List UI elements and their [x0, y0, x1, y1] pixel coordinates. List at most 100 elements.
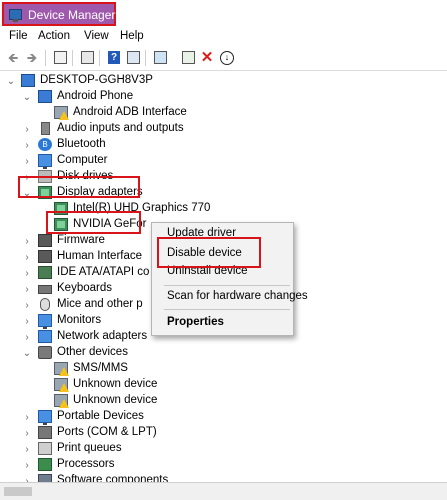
chevron-down-icon[interactable]: ⌄	[22, 347, 32, 359]
menu-help[interactable]: Help	[120, 30, 144, 42]
show-hidden-icon[interactable]	[79, 50, 95, 65]
chevron-right-icon[interactable]: ›	[22, 427, 32, 439]
forward-arrow-icon[interactable]: 🡺	[24, 50, 40, 65]
display-adapters-highlight	[18, 176, 140, 198]
tree-node-other-devices[interactable]: ⌄ Other devices	[0, 345, 400, 361]
warning-device-icon	[54, 362, 69, 376]
portable-device-icon	[38, 410, 52, 425]
chevron-right-icon[interactable]: ›	[22, 459, 32, 471]
menu-action[interactable]: Action	[38, 30, 70, 42]
disable-device-icon[interactable]: ↓	[219, 50, 235, 65]
chevron-right-icon[interactable]: ›	[22, 123, 32, 135]
menu-separator	[164, 309, 290, 310]
tree-node-unknown-device-1[interactable]: Unknown device	[0, 377, 400, 393]
chevron-right-icon[interactable]: ›	[22, 155, 32, 167]
chevron-right-icon[interactable]: ›	[22, 283, 32, 295]
monitor-icon	[38, 314, 52, 329]
help-icon[interactable]: ?	[106, 50, 122, 65]
computer-icon	[21, 74, 35, 87]
tree-node-label: Bluetooth	[57, 138, 106, 150]
chevron-right-icon[interactable]: ›	[22, 315, 32, 327]
tree-node-android-adb[interactable]: Android ADB Interface	[0, 105, 400, 121]
tree-node-label: Print queues	[57, 442, 122, 454]
chevron-down-icon[interactable]: ⌄	[6, 75, 16, 87]
tree-node-label: Monitors	[57, 314, 102, 326]
hid-icon	[38, 250, 52, 263]
tree-node-label: IDE ATA/ATAPI co	[57, 266, 150, 278]
chevron-right-icon[interactable]: ›	[22, 411, 32, 423]
tree-node-label: Other devices	[57, 346, 128, 358]
ide-controller-icon	[38, 266, 52, 279]
nvidia-highlight	[46, 211, 141, 234]
warning-device-icon	[54, 394, 69, 408]
warning-device-icon	[54, 378, 69, 392]
chevron-right-icon[interactable]: ›	[22, 443, 32, 455]
tree-node-label: Firmware	[57, 234, 105, 246]
tree-node-ports[interactable]: › Ports (COM & LPT)	[0, 425, 400, 441]
chevron-right-icon[interactable]: ›	[22, 139, 32, 151]
title-bar: Device Manager	[0, 0, 447, 29]
back-arrow-icon[interactable]: 🡸	[5, 50, 21, 65]
tree-node-label: Computer	[57, 154, 108, 166]
tree-node-label: Unknown device	[73, 394, 158, 406]
tree-node-processors[interactable]: › Processors	[0, 457, 400, 473]
bluetooth-icon: B	[38, 138, 52, 151]
chevron-right-icon[interactable]: ›	[22, 475, 32, 483]
printer-icon	[38, 442, 52, 455]
menu-properties[interactable]: Properties	[167, 316, 224, 328]
menu-view[interactable]: View	[84, 30, 109, 42]
tree-node-unknown-device-2[interactable]: Unknown device	[0, 393, 400, 409]
tree-node-audio[interactable]: › Audio inputs and outputs	[0, 121, 400, 137]
context-menu: Update driver Disable device Uninstall d…	[151, 222, 308, 336]
toolbar-separator	[99, 50, 100, 66]
toolbar-separator	[45, 50, 46, 66]
tree-node-label: Portable Devices	[57, 410, 144, 422]
menu-bar: File Action View Help	[0, 29, 447, 46]
keyboard-icon	[38, 285, 52, 294]
tree-node-bluetooth[interactable]: › B Bluetooth	[0, 137, 400, 153]
warning-device-icon	[54, 106, 69, 120]
tree-node-label: Software components	[57, 474, 169, 482]
tree-node-print-queues[interactable]: › Print queues	[0, 441, 400, 457]
chevron-right-icon[interactable]: ›	[22, 235, 32, 247]
tree-node-android-phone[interactable]: ⌄ Android Phone	[0, 89, 400, 105]
mouse-icon	[40, 298, 50, 311]
chevron-right-icon[interactable]: ›	[22, 267, 32, 279]
scan-hardware-icon[interactable]	[152, 50, 168, 65]
tree-node-label: Audio inputs and outputs	[57, 122, 184, 134]
horizontal-scrollbar[interactable]	[4, 487, 32, 496]
tree-node-sms-mms[interactable]: SMS/MMS	[0, 361, 400, 377]
tree-root-label: DESKTOP-GGH8V3P	[40, 74, 153, 86]
tree-root[interactable]: ⌄ DESKTOP-GGH8V3P	[0, 73, 400, 89]
speaker-icon	[41, 122, 50, 135]
uninstall-x-icon[interactable]: ✕	[199, 50, 215, 65]
update-driver-icon[interactable]	[125, 50, 141, 65]
status-bar	[0, 482, 447, 500]
toolbar-separator	[145, 50, 146, 66]
tree-node-software-components[interactable]: › Software components	[0, 473, 400, 482]
tree-node-label: SMS/MMS	[73, 362, 128, 374]
menu-file[interactable]: File	[9, 30, 28, 42]
tree-node-label: Android Phone	[57, 90, 134, 102]
tree-node-label: Processors	[57, 458, 115, 470]
tree-node-portable-devices[interactable]: › Portable Devices	[0, 409, 400, 425]
chevron-right-icon[interactable]: ›	[22, 251, 32, 263]
properties-icon[interactable]	[52, 50, 68, 65]
menu-scan-hardware[interactable]: Scan for hardware changes	[167, 290, 308, 302]
tree-node-label: Android ADB Interface	[73, 106, 187, 118]
tree-node-computer[interactable]: › Computer	[0, 153, 400, 169]
tree-node-label: Mice and other p	[57, 298, 143, 310]
menu-separator	[164, 285, 290, 286]
tree-node-label: Human Interface	[57, 250, 143, 262]
uninstall-icon[interactable]	[180, 50, 196, 65]
chevron-right-icon[interactable]: ›	[22, 331, 32, 343]
tree-node-label: Keyboards	[57, 282, 112, 294]
chevron-right-icon[interactable]: ›	[22, 299, 32, 311]
chevron-down-icon[interactable]: ⌄	[22, 91, 32, 103]
phone-icon	[38, 90, 52, 103]
tree-node-label: Ports (COM & LPT)	[57, 426, 157, 438]
toolbar-separator	[72, 50, 73, 66]
firmware-icon	[38, 234, 52, 247]
network-adapter-icon	[38, 330, 52, 343]
tree-node-label: Network adapters	[57, 330, 148, 342]
